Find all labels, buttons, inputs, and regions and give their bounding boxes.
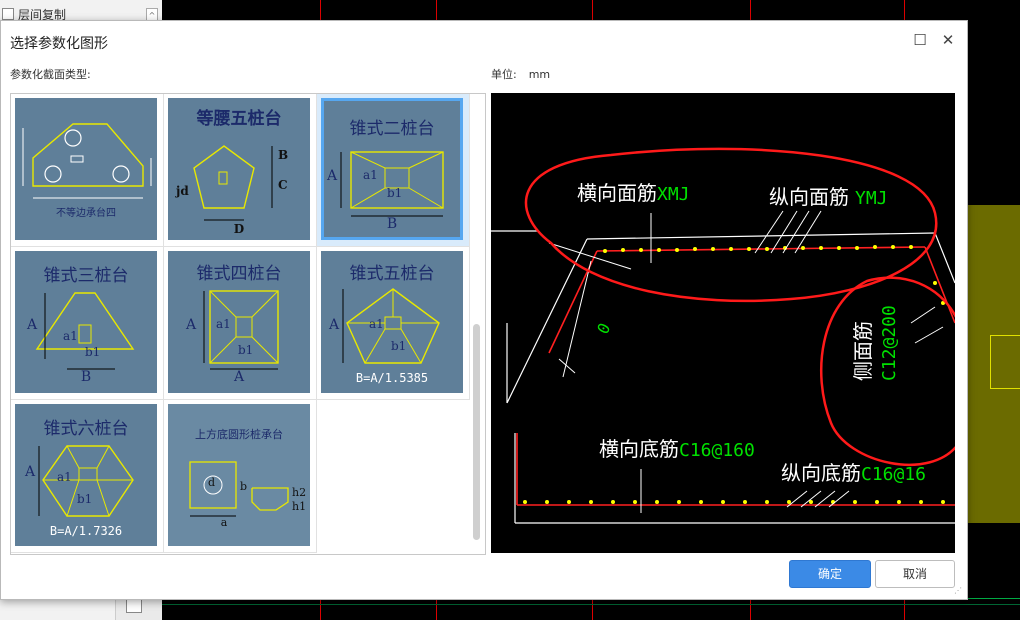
shape-thumbnail: 锥式二桩台 A a1 b1 B [321,98,463,240]
shape-thumbnail: 锥式三桩台 A a1 b1 B [15,251,157,393]
shape-item[interactable]: 上方底圆形桩承台 d b a h2 h1 [164,400,317,553]
dim-label: a1 [63,329,78,343]
dim-label: a1 [216,317,231,331]
dim-label: A [327,168,338,184]
shape-item-selected[interactable]: 锥式二桩台 A a1 b1 B [317,94,470,247]
shape-thumbnail: 上方底圆形桩承台 d b a h2 h1 [168,404,310,546]
shape-thumbnail: 等腰五桩台 B C jd D [168,98,310,240]
formula-label: B=A/1.5385 [355,371,429,385]
bottom-transverse-rebar-label: 横向底筋C16@160 [599,437,755,461]
dim-label: D [233,222,245,236]
formula-label: B=A/1.7326 [49,524,123,538]
dim-label: b1 [391,339,407,353]
dim-label: b1 [85,345,101,359]
shape-item[interactable]: 锥式六桩台 A a1 b1 B=A/1.7326 [11,400,164,553]
dim-label: a1 [363,168,378,182]
top-transverse-rebar-label: 横向面筋XMJ [577,181,690,205]
dim-label: a1 [369,317,384,331]
cad-olive-block [966,205,1020,523]
dim-label: B [80,369,92,385]
top-longitudinal-rebar-label: 纵向面筋 YMJ [769,185,888,209]
shape-label: 不等边承台四 [56,208,116,219]
cancel-button[interactable]: 取消 [875,560,955,588]
dim-label: B [278,148,289,162]
side-rebar-label: 侧面筋 C12@200 [851,305,900,381]
shape-preview-canvas: 横向面筋XMJ 纵向面筋 YMJ 侧面筋 C12@200 横向底筋C16@160 纵… [491,93,955,553]
dialog-title: 选择参数化图形 [10,36,108,52]
dim-label: d [208,476,216,489]
close-icon[interactable]: ✕ [937,29,959,51]
shape-item[interactable]: 不等边承台四 [11,94,164,247]
layer-copy-checkbox[interactable] [2,8,14,20]
dim-label: C [278,178,288,192]
section-type-label: 参数化截面类型: [10,68,91,81]
bottom-longitudinal-rebar-label: 纵向底筋C16@16 [781,461,927,485]
shape-item[interactable]: 锥式四桩台 A a1 b1 A [164,247,317,400]
shape-thumbnail: 不等边承台四 [15,98,157,240]
shape-thumbnail: 锥式四桩台 A a1 b1 A [168,251,310,393]
shape-item[interactable]: 锥式三桩台 A a1 b1 B [11,247,164,400]
select-parametric-shape-dialog: 选择参数化图形 ☐ ✕ 参数化截面类型: 单位: mm 不等边承台四 等腰五桩台… [0,20,968,600]
dim-label: A [329,317,340,333]
dim-label: A [27,317,38,333]
dim-label: a1 [57,470,72,484]
dim-label: b1 [238,343,254,357]
dim-label: a [220,516,228,529]
shape-item[interactable]: 锥式五桩台 A a1 b1 B=A/1.5385 [317,247,470,400]
dim-label: h1 [292,500,307,513]
dim-label: A [233,369,245,385]
dim-label: A [186,317,197,333]
shape-list-scrollbar[interactable] [473,324,480,540]
dim-label: B [386,216,398,232]
dim-label: b1 [387,186,403,200]
resize-grip-icon[interactable]: ⋰ [954,586,964,596]
dim-label: b1 [77,492,93,506]
unit-label: 单位: mm [491,68,551,81]
shape-list: 不等边承台四 等腰五桩台 B C jd D 锥式二桩台 A a1 b1 B 锥式… [10,93,486,555]
unit-value: mm [528,68,551,81]
dim-label: A [25,464,36,480]
shape-thumbnail: 锥式五桩台 A a1 b1 B=A/1.5385 [321,251,463,393]
dim-label: jd [176,184,189,198]
ok-button[interactable]: 确定 [789,560,871,588]
shape-item[interactable]: 等腰五桩台 B C jd D [164,94,317,247]
shape-thumbnail: 锥式六桩台 A a1 b1 B=A/1.7326 [15,404,157,546]
maximize-icon[interactable]: ☐ [909,29,931,51]
dim-label: h2 [292,486,307,499]
dim-label: b [240,480,248,493]
